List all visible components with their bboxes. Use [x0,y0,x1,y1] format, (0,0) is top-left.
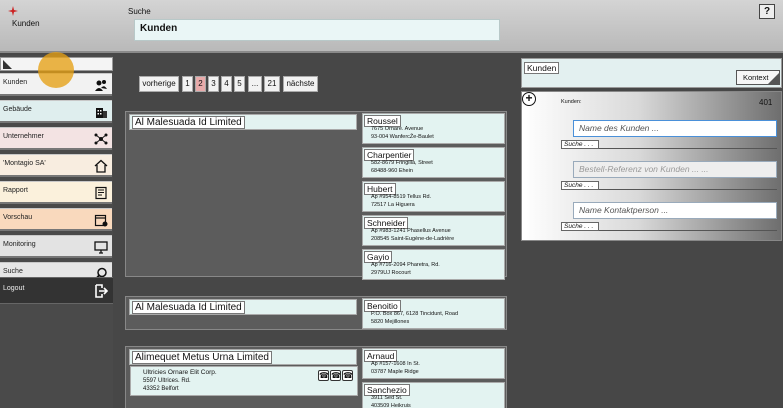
customer-card[interactable]: Al Malesuada Id Limited Benoitio P.O. Box … [125,296,507,330]
sidebar-item[interactable]: Vorschau [0,208,112,231]
network-icon [94,133,108,145]
contact-entry[interactable]: Hubert Ap #954-8519 Tellus Rd. 72517 La Hi… [362,181,505,212]
filter-divider [599,230,777,231]
kunden-count-label: Kunden: [561,99,582,105]
contact-person-filter-input[interactable]: Name Kontaktperson ... [573,202,777,219]
contact-entry[interactable]: Arnaud Ap #157-1608 In St. 03787 Maple Rid… [362,348,505,379]
contact-street: Ap #157-1608 In St. [371,361,420,367]
sidebar-item[interactable]: 'Montagio SA' [0,154,112,177]
report-icon [95,186,107,200]
detail-company: Ultricies Ornare Elit Corp. [143,369,217,376]
contact-entry[interactable]: Charpentier 582-8679 Fringilla, Street 684… [362,147,505,178]
customer-card[interactable]: Al Malesuada Id Limited Roussel 7675 Ornar… [125,111,507,280]
order-reference-filter-input[interactable]: Bestell-Referenz von Kunden ... ... [573,161,777,178]
contact-street: Ap #954-8519 Tellus Rd. [371,194,432,200]
kunden-count: 401 [759,98,773,107]
customer-name-field: Alimequet Metus Urna Limited [129,349,357,365]
customer-name-filter-input[interactable]: Name des Kunden ... [573,120,777,137]
app-logo-icon [8,6,18,16]
logout-label: Logout [3,285,25,292]
sidebar-item[interactable]: Gebäude [0,100,112,123]
filter-divider [599,189,777,190]
filter-search-button[interactable]: Suche . . . [561,222,599,231]
contact-city: 93-004 WanfercŽe-Baulet [371,134,434,140]
detail-actions: ☎ ☎ ☎ [318,370,353,381]
contact-city: 208545 Saint-Eugène-de-Ladrière [371,236,455,242]
customer-name[interactable]: Al Malesuada Id Limited [132,116,245,129]
contact-street: Ap #983-1241 Phasellus Avenue [371,228,451,234]
contact-entry[interactable]: Roussel 7675 Ornare. Avenue 93-004 Wanferc… [362,113,505,144]
customer-name-field: Al Malesuada Id Limited [129,114,357,130]
customer-detail: Ultricies Ornare Elit Corp. 5597 Ultrices… [130,366,358,396]
contact-city: 72517 La Higuera [371,202,415,208]
sidebar-item[interactable]: Rapport [0,181,112,204]
next-page-button[interactable]: nächste [283,76,318,92]
contact-entry[interactable]: Schneider Ap #983-1241 Phasellus Avenue 20… [362,215,505,246]
sidebar-item-label: Rapport [3,187,28,194]
add-icon[interactable]: + [522,92,536,106]
filter-divider [599,148,777,149]
sidebar-item[interactable]: Unternehmer [0,127,112,150]
contact-entry[interactable]: Sanchezio 3911 Sed St. 403509 Heikruis [362,382,505,408]
app-header: Kunden Suche Kunden ? [0,0,783,53]
right-panel-title: Kunden [524,62,560,74]
phone-icon[interactable]: ☎ [330,370,341,381]
help-button[interactable]: ? [759,4,775,19]
phone-icon[interactable]: ☎ [318,370,329,381]
filter-search-button[interactable]: Suche . . . [561,140,599,149]
contact-city: 403509 Heikruis [371,403,411,408]
contact-street: P.O. Box 867, 6128 Tincidunt, Road [371,311,459,317]
contact-street: 7675 Ornare. Avenue [371,126,424,132]
page-button[interactable]: ... [248,76,262,92]
sidebar-item-label: Suche [3,268,23,275]
logout-button[interactable]: Logout [0,277,113,304]
page-button[interactable]: 5 [234,76,245,92]
customer-name-field: Al Malesuada Id Limited [129,299,357,315]
sidebar-item-label: Gebäude [3,106,32,113]
contact-city: 5820 Mejillones [371,319,410,325]
logout-icon [95,284,109,298]
contact-city: 03787 Maple Ridge [371,369,419,375]
customer-card[interactable]: Alimequet Metus Urna Limited Ultricies Or… [125,346,507,408]
building-icon [96,108,107,118]
sidebar-item-label: Vorschau [3,214,33,221]
phone-icon[interactable]: ☎ [342,370,353,381]
sidebar-item-label: 'Montagio SA' [3,160,46,167]
detail-street: 5597 Ultrices. Rd. [143,378,191,384]
contact-entry[interactable]: Gayio Ap #716-2094 Pharetra, Rd. 2979UJ Ro… [362,249,505,280]
customer-name[interactable]: Alimequet Metus Urna Limited [132,351,272,364]
page-button[interactable]: 1 [182,76,193,92]
page-button[interactable]: 3 [208,76,219,92]
sidebar-item-label: Monitoring [3,241,36,248]
page-button[interactable]: 4 [221,76,232,92]
sidebar-item-label: Unternehmer [3,133,44,140]
sidebar-item-label: Kunden [3,79,28,86]
touch-indicator [38,52,74,88]
collapse-triangle-icon[interactable] [3,60,12,69]
contact-city: 2979UJ Rocourt [371,270,411,276]
customer-name[interactable]: Al Malesuada Id Limited [132,301,245,314]
contact-city: 68488-960 Ehein [371,168,413,174]
calendar-icon [94,214,108,227]
dropdown-triangle-icon[interactable] [767,72,780,85]
search-caption: Suche [128,7,151,16]
prev-page-button[interactable]: vorherige [139,76,179,92]
app-name: Kunden [12,19,40,28]
sidebar-item[interactable]: Monitoring [0,235,112,258]
contact-street: 3911 Sed St. [371,395,403,401]
filter-search-button[interactable]: Suche . . . [561,181,599,190]
home-icon [94,159,108,173]
contact-street: 582-8679 Fringilla, Street [371,160,433,166]
page-button[interactable]: 21 [264,76,280,92]
search-input[interactable]: Kunden [134,19,500,41]
page-button[interactable]: 2 [195,76,206,92]
monitor-icon [94,241,108,254]
detail-city: 43352 Belfort [143,386,179,392]
contact-entry[interactable]: Benoitio P.O. Box 867, 6128 Tincidunt, Ro… [362,298,505,329]
contact-street: Ap #716-2094 Pharetra, Rd. [371,262,440,268]
users-icon [95,80,107,91]
